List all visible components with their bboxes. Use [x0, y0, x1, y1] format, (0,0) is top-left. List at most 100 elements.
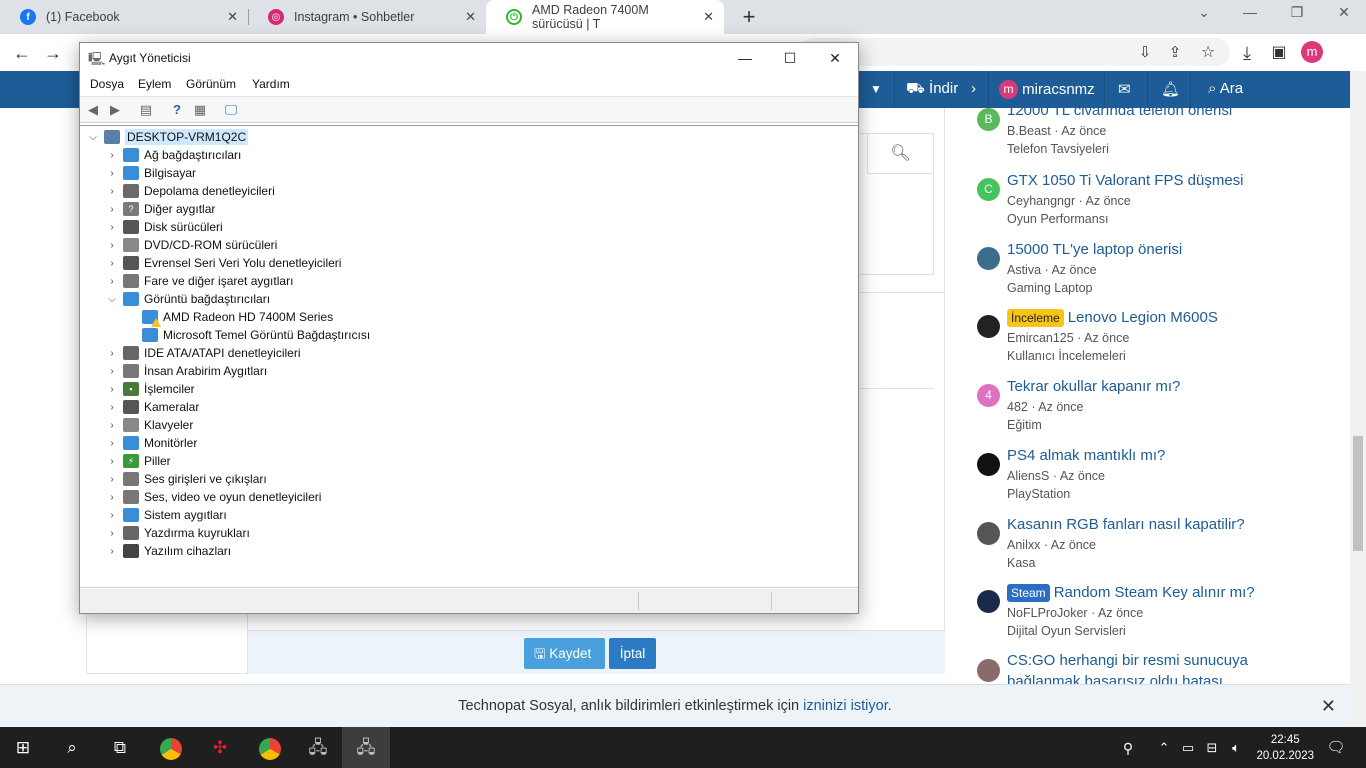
device-category[interactable]: › Yazılım cihazları	[105, 542, 231, 560]
windows-start-icon[interactable]: ⊞	[9, 735, 37, 761]
device-category[interactable]: ⌵ Görüntü bağdaştırıcıları	[105, 290, 270, 308]
device-category[interactable]: › Ağ bağdaştırıcıları	[105, 146, 241, 164]
thread-title[interactable]: CS:GO herhangi bir resmi sunucuya bağlan…	[1007, 650, 1259, 684]
forward-arrow-icon[interactable]: →	[40, 40, 66, 66]
tab-search-chevron-icon[interactable]: ⌄	[1190, 4, 1218, 21]
close-tab-icon[interactable]: ✕	[217, 9, 238, 25]
download-nav-item[interactable]: ⛟ İndir	[906, 80, 958, 99]
device-category[interactable]: › IDE ATA/ATAPI denetleyicileri	[105, 344, 301, 362]
forward-arrow-icon[interactable]: ▶	[106, 101, 124, 119]
thread-title[interactable]: Kasanın RGB fanları nasıl kapatilir?	[1007, 514, 1259, 535]
author-avatar[interactable]	[977, 659, 1000, 682]
thread-title[interactable]: Tekrar okullar kapanır mı?	[1007, 376, 1259, 397]
close-icon[interactable]: ✕	[1321, 685, 1336, 728]
expand-chevron-icon[interactable]: ›	[105, 510, 119, 521]
close-icon[interactable]: ✕	[812, 46, 858, 70]
close-tab-icon[interactable]: ✕	[455, 9, 476, 25]
expand-chevron-icon[interactable]: ›	[105, 150, 119, 161]
device-category[interactable]: › Depolama denetleyicileri	[105, 182, 275, 200]
thread-category[interactable]: PlayStation	[1007, 487, 1070, 501]
scrollbar-thumb[interactable]	[1353, 436, 1363, 551]
expand-chevron-icon[interactable]: ›	[105, 456, 119, 467]
maximize-icon[interactable]: ☐	[767, 46, 813, 70]
device-category[interactable]: › Sistem aygıtları	[105, 506, 227, 524]
thread-category[interactable]: Telefon Tavsiyeleri	[1007, 142, 1109, 156]
device-category[interactable]: › Evrensel Seri Veri Yolu denetleyicileri	[105, 254, 341, 272]
menu-help[interactable]: Yardım	[252, 77, 290, 91]
device-category[interactable]: › İnsan Arabirim Aygıtları	[105, 362, 267, 380]
action-center-icon[interactable]: 🗨︎	[1322, 735, 1350, 761]
expand-chevron-icon[interactable]: ›	[105, 546, 119, 557]
device-category[interactable]: › Bilgisayar	[105, 164, 196, 182]
thread-author[interactable]: 482	[1007, 400, 1028, 414]
expand-chevron-icon[interactable]: ›	[105, 420, 119, 431]
thread-title[interactable]: İnceleme Lenovo Legion M600S	[1007, 307, 1259, 328]
device-item[interactable]: AMD Radeon HD 7400M Series	[142, 308, 333, 327]
thread-category[interactable]: Kullanıcı İncelemeleri	[1007, 349, 1126, 363]
install-app-icon[interactable]: ⇩	[1132, 40, 1158, 66]
thread-category[interactable]: Gaming Laptop	[1007, 281, 1092, 295]
expand-chevron-icon[interactable]: ›	[105, 366, 119, 377]
author-avatar[interactable]	[977, 590, 1000, 613]
new-tab-button[interactable]: +	[738, 6, 760, 28]
chrome-profile-icon[interactable]	[256, 735, 284, 761]
thread-category[interactable]: Oyun Performansı	[1007, 212, 1108, 226]
expand-chevron-icon[interactable]: ›	[105, 168, 119, 179]
window-titlebar[interactable]: 🖳︎ Aygıt Yöneticisi — ☐ ✕	[80, 43, 858, 73]
thread-category[interactable]: Eğitim	[1007, 418, 1042, 432]
expand-chevron-icon[interactable]: ›	[105, 204, 119, 215]
expand-chevron-icon[interactable]: ›	[105, 492, 119, 503]
cancel-button[interactable]: İptal	[609, 638, 656, 669]
device-category[interactable]: › Yazdırma kuyrukları	[105, 524, 250, 542]
thread-category[interactable]: Kasa	[1007, 556, 1036, 570]
profile-avatar[interactable]: m	[1301, 41, 1323, 63]
search-icon[interactable]: ⌕	[58, 735, 86, 761]
expand-chevron-icon[interactable]: ›	[105, 438, 119, 449]
device-category[interactable]: ›? Diğer aygıtlar	[105, 200, 215, 218]
close-tab-icon[interactable]: ✕	[693, 9, 714, 25]
author-avatar[interactable]	[977, 247, 1000, 270]
volume-icon[interactable]: 🔈︎	[1222, 735, 1250, 761]
expand-chevron-icon[interactable]: ›	[105, 474, 119, 485]
menu-view[interactable]: Görünüm	[186, 77, 236, 91]
expand-chevron-icon[interactable]: ›	[105, 402, 119, 413]
author-avatar[interactable]: C	[977, 178, 1000, 201]
back-arrow-icon[interactable]: ←	[9, 40, 35, 66]
expand-chevron-icon[interactable]: ›	[105, 240, 119, 251]
menu-file[interactable]: Dosya	[90, 77, 124, 91]
expand-chevron-icon[interactable]: ›	[105, 276, 119, 287]
side-panel-icon[interactable]: ▣	[1266, 40, 1292, 66]
save-button[interactable]: 🖫︎ Kaydet	[524, 638, 605, 669]
author-avatar[interactable]: 4	[977, 384, 1000, 407]
tab-facebook[interactable]: f (1) Facebook ✕	[0, 0, 248, 34]
page-scrollbar[interactable]	[1350, 71, 1366, 727]
restore-icon[interactable]: ❐	[1283, 4, 1311, 21]
back-arrow-icon[interactable]: ◀	[84, 101, 102, 119]
device-category[interactable]: › Kameralar	[105, 398, 199, 416]
thread-title[interactable]: GTX 1050 Ti Valorant FPS düşmesi	[1007, 170, 1259, 191]
tree-root-computer[interactable]: ⌵ DESKTOP-VRM1Q2C	[86, 128, 249, 146]
thread-title[interactable]: 12000 TL civarında telefon önerisi	[1007, 108, 1259, 121]
device-item[interactable]: Microsoft Temel Görüntü Bağdaştırıcısı	[142, 326, 370, 344]
thread-author[interactable]: Astiva	[1007, 263, 1041, 277]
author-avatar[interactable]	[977, 453, 1000, 476]
device-manager-icon[interactable]: 🖧︎	[304, 735, 332, 761]
expand-chevron-icon[interactable]: ›	[105, 258, 119, 269]
device-category[interactable]: › Ses girişleri ve çıkışları	[105, 470, 267, 488]
preview-icon[interactable]: 🔍︎	[867, 134, 933, 174]
tab-instagram[interactable]: ◎ Instagram • Sohbetler ✕	[248, 0, 486, 34]
device-category[interactable]: › Klavyeler	[105, 416, 193, 434]
people-icon[interactable]: ⚲	[1114, 735, 1142, 761]
bookmark-star-icon[interactable]: ☆	[1195, 40, 1221, 66]
thread-category[interactable]: Dijital Oyun Servisleri	[1007, 624, 1126, 638]
author-avatar[interactable]	[977, 315, 1000, 338]
device-manager-active-icon[interactable]: 🖧︎	[352, 735, 380, 761]
device-category[interactable]: › Monitörler	[105, 434, 197, 452]
thread-author[interactable]: AliensS	[1007, 469, 1049, 483]
device-category[interactable]: › Disk sürücüleri	[105, 218, 223, 236]
expand-chevron-icon[interactable]: ›	[105, 186, 119, 197]
device-category[interactable]: › Ses, video ve oyun denetleyicileri	[105, 488, 321, 506]
collapse-chevron-icon[interactable]: ⌵	[105, 294, 119, 305]
view-details-icon[interactable]: ▦	[191, 101, 209, 119]
tab-amd-radeon[interactable]: ⏻ AMD Radeon 7400M sürücüsü | T ✕	[486, 0, 724, 34]
